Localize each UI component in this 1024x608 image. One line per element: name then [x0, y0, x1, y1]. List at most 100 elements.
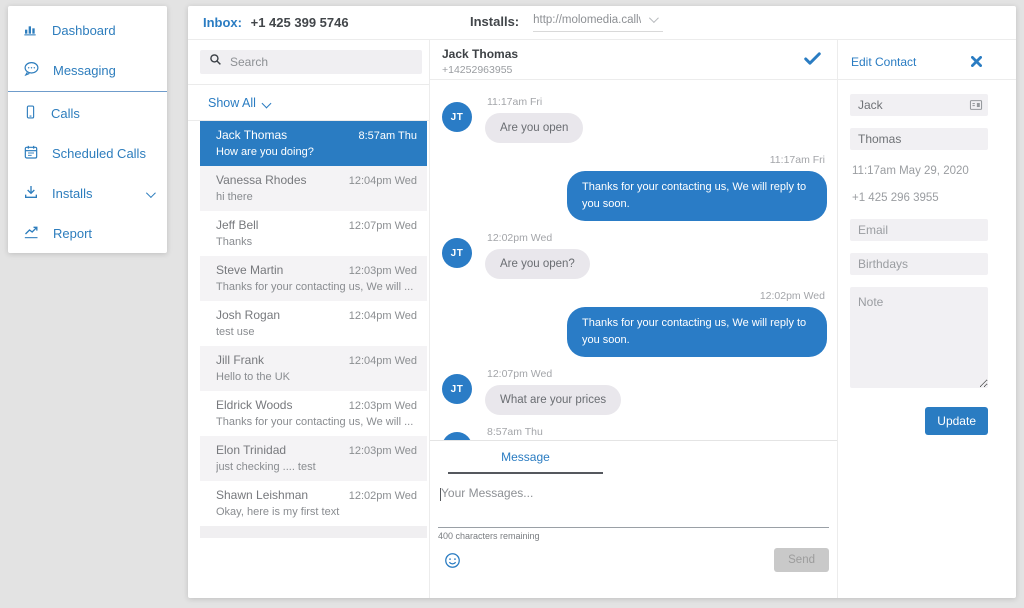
message-time: 12:07pm Wed	[487, 368, 619, 380]
conversation-row[interactable]: Jack Thomas8:57am Thu How are you doing?	[200, 121, 427, 166]
conversation-time: 12:03pm Wed	[349, 265, 417, 277]
conversation-row[interactable]: Vanessa Rhodes12:04pm Wed hi there	[200, 166, 427, 211]
search-box[interactable]	[200, 50, 422, 74]
conversation-row[interactable]: Josh Rogan 12:04pm Wed test use	[200, 301, 427, 346]
conversation-time: 12:04pm Wed	[349, 310, 417, 322]
contact-phone-number: +1 425 296 3955	[852, 192, 986, 204]
conversation-row-partial[interactable]	[200, 526, 427, 538]
message-time: 8:57am Thu	[487, 426, 615, 438]
conversation-time: 8:57am Thu	[358, 130, 417, 142]
incoming-message: JT 12:02pm Wed Are you open?	[442, 232, 827, 279]
conversation-preview: Okay, here is my first text	[216, 506, 417, 518]
avatar: JT	[442, 102, 472, 132]
last-name-field-wrap	[850, 128, 988, 150]
conversation-name: Vanessa Rhodes	[216, 173, 307, 187]
sidebar-item-label: Report	[53, 226, 92, 241]
bar-chart-icon	[23, 21, 39, 40]
message-bubble: Thanks for your contacting us, We will r…	[567, 171, 827, 221]
search-input[interactable]	[230, 55, 413, 69]
tab-message[interactable]: Message	[448, 450, 603, 474]
conversation-row[interactable]: Eldrick Woods12:03pm Wed Thanks for your…	[200, 391, 427, 436]
conversation-time: 12:07pm Wed	[349, 220, 417, 232]
last-name-input[interactable]	[850, 128, 988, 150]
installs-dropdown-value: http://molomedia.callwid	[533, 14, 641, 26]
sidebar-item-report[interactable]: Report	[8, 213, 167, 253]
search-icon	[209, 53, 222, 71]
chevron-down-icon	[263, 96, 270, 110]
conversation-name: Shawn Leishman	[216, 488, 308, 502]
conversation-preview: test use	[216, 326, 417, 338]
sidebar-item-calls[interactable]: Calls	[8, 93, 167, 133]
update-button[interactable]: Update	[925, 407, 988, 435]
mark-resolved-check-icon[interactable]	[804, 51, 821, 71]
sidebar-item-label: Installs	[52, 186, 92, 201]
note-input[interactable]	[850, 287, 988, 388]
conversation-preview: Thanks for your contacting us, We will .…	[216, 281, 417, 293]
sidebar-item-scheduled-calls[interactable]: Scheduled Calls	[8, 133, 167, 173]
message-bubble: Thanks for your contacting us, We will r…	[567, 307, 827, 357]
chat-panel: Jack Thomas +14252963955 JT 11:17am Fri …	[430, 40, 838, 598]
sidebar-item-label: Calls	[51, 106, 80, 121]
address-card-icon	[969, 98, 983, 112]
edit-contact-header: Edit Contact	[838, 40, 1016, 80]
installs-dropdown[interactable]: http://molomedia.callwid	[533, 14, 663, 32]
calendar-icon	[23, 144, 39, 163]
edit-contact-title: Edit Contact	[851, 55, 916, 69]
sidebar-item-dashboard[interactable]: Dashboard	[8, 10, 167, 50]
chat-contact-number: +14252963955	[442, 64, 837, 76]
emoji-icon[interactable]	[444, 552, 461, 569]
conversation-row[interactable]: Steve Martin12:03pm Wed Thanks for your …	[200, 256, 427, 301]
inbox-info: Inbox: +1 425 399 5746	[203, 15, 349, 30]
sidebar-item-label: Scheduled Calls	[52, 146, 146, 161]
app-sidebar: Dashboard Messaging Calls Scheduled Call…	[8, 6, 167, 253]
sidebar-item-label: Messaging	[53, 63, 116, 78]
inbox-label: Inbox:	[203, 15, 242, 30]
conversation-row[interactable]: Elon Trinidad12:03pm Wed just checking .…	[200, 436, 427, 481]
message-time: 12:02pm Wed	[760, 290, 825, 302]
send-button[interactable]: Send	[774, 548, 829, 572]
top-bar: Inbox: +1 425 399 5746 Installs: http://…	[188, 6, 1016, 40]
message-time: 12:02pm Wed	[487, 232, 588, 244]
conversation-list-panel: Show All Jack Thomas8:57am Thu How are y…	[188, 40, 430, 598]
text-caret	[440, 488, 441, 501]
installs-group: Installs: http://molomedia.callwid	[470, 14, 663, 32]
conversation-time: 12:03pm Wed	[349, 400, 417, 412]
chevron-down-icon	[649, 14, 656, 26]
conversation-row[interactable]: Shawn Leishman 12:02pm Wed Okay, here is …	[200, 481, 427, 526]
email-input[interactable]	[850, 219, 988, 241]
conversation-preview: hi there	[216, 191, 417, 203]
conversation-preview: How are you doing?	[216, 146, 417, 158]
sidebar-item-label: Dashboard	[52, 23, 116, 38]
conversation-name: Eldrick Woods	[216, 398, 292, 412]
conversation-time: 12:03pm Wed	[349, 445, 417, 457]
line-chart-icon	[23, 224, 40, 243]
message-time: 11:17am Fri	[770, 154, 825, 166]
outgoing-message: 12:02pm Wed Thanks for your contacting u…	[442, 290, 827, 357]
first-name-input[interactable]	[850, 94, 988, 116]
message-bubble: Are you open?	[485, 249, 590, 279]
contact-created-at: 11:17am May 29, 2020	[852, 165, 986, 177]
message-bubble: What are your prices	[485, 385, 621, 415]
message-input[interactable]	[438, 478, 829, 528]
conversation-row[interactable]: Jeff Bell12:07pm Wed Thanks	[200, 211, 427, 256]
conversation-time: 12:04pm Wed	[349, 355, 417, 367]
conversation-row[interactable]: Jill Frank12:04pm Wed Hello to the UK	[200, 346, 427, 391]
avatar: JT	[442, 374, 472, 404]
download-icon	[23, 184, 39, 203]
incoming-message: JT 8:57am Thu How are you doing?	[442, 426, 827, 441]
chevron-down-icon	[146, 186, 153, 201]
conversation-name: Josh Rogan	[216, 308, 280, 322]
sidebar-item-messaging[interactable]: Messaging	[8, 50, 167, 90]
conversation-time: 12:02pm Wed	[349, 490, 417, 502]
show-all-label: Show All	[208, 96, 256, 110]
close-icon[interactable]	[971, 56, 982, 67]
show-all-filter[interactable]: Show All	[200, 85, 429, 120]
message-history: JT 11:17am Fri Are you open 11:17am Fri …	[430, 80, 837, 441]
avatar: JT	[442, 238, 472, 268]
sidebar-item-installs[interactable]: Installs	[8, 173, 167, 213]
chat-bubble-icon	[23, 60, 40, 80]
note-field-wrap	[850, 287, 988, 393]
conversation-name: Elon Trinidad	[216, 443, 286, 457]
message-bubble: Are you open	[485, 113, 583, 143]
birthdays-input[interactable]	[850, 253, 988, 275]
